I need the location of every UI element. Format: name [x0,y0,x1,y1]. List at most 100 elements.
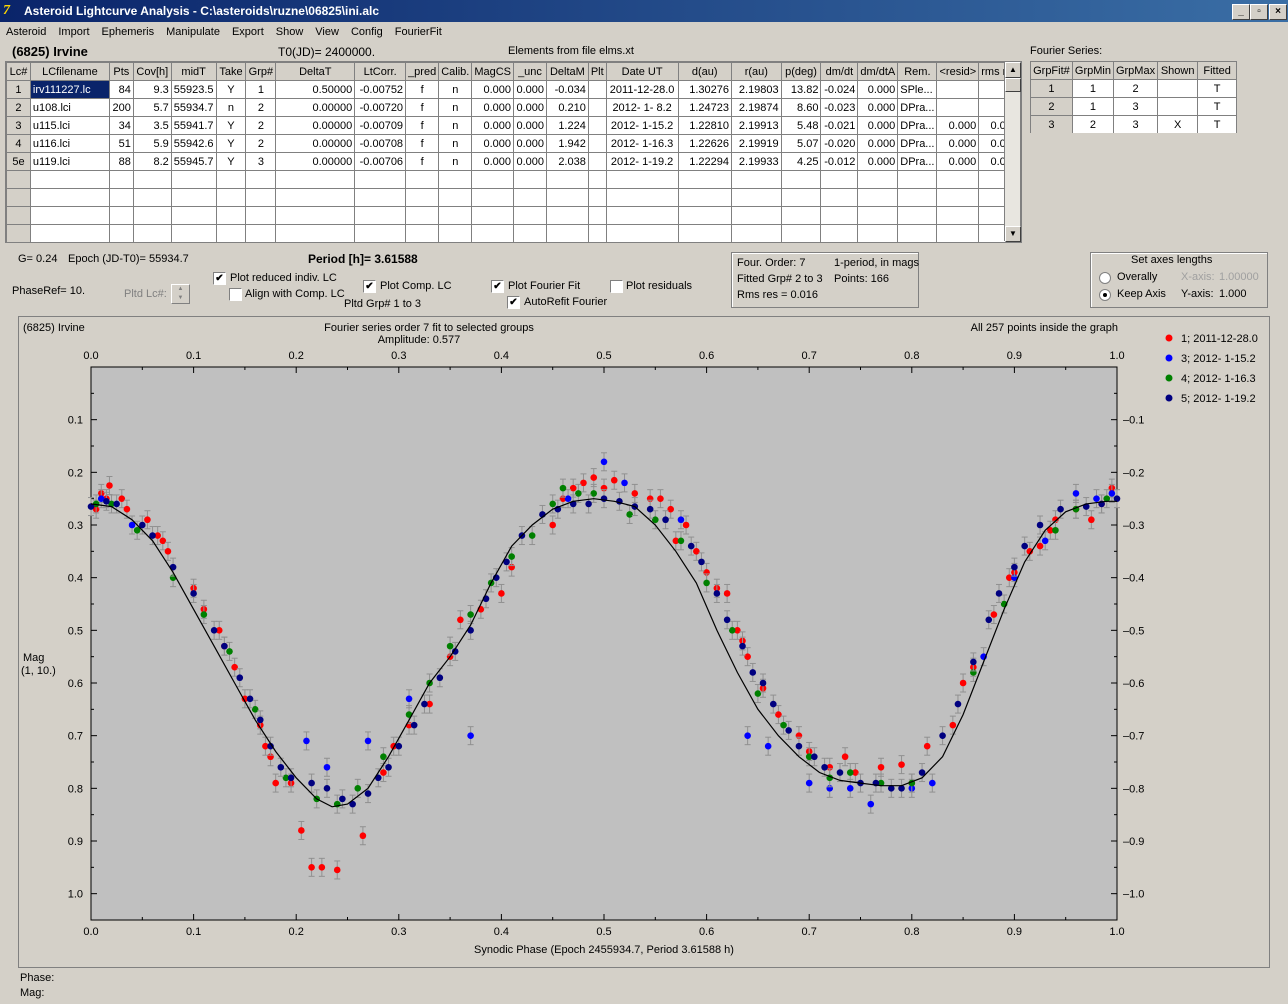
data-point[interactable] [1041,537,1049,545]
fourier-column-header[interactable]: GrpFit# [1030,61,1073,80]
table-cell[interactable] [677,188,732,207]
table-row[interactable] [6,188,1021,207]
fourier-row-header[interactable]: 2 [1030,97,1073,116]
data-point[interactable] [113,500,120,508]
fourier-cell[interactable]: 3 [1112,97,1159,116]
table-cell[interactable]: 1.224 [545,116,589,135]
data-point[interactable] [575,490,582,497]
row-header[interactable]: 4 [6,134,31,153]
table-cell[interactable] [471,224,515,242]
data-point[interactable] [646,505,654,513]
table-cell[interactable] [587,206,607,225]
table-cell[interactable] [275,170,356,189]
table-cell[interactable] [438,206,473,225]
plot-area[interactable] [90,366,1118,921]
menu-show[interactable]: Show [270,23,310,38]
fourier-cell[interactable]: 2 [1112,79,1159,98]
table-cell[interactable] [780,170,822,189]
table-cell[interactable] [29,206,110,225]
table-cell[interactable]: 2.038 [545,152,589,171]
minimize-button[interactable]: _ [1232,4,1250,20]
table-cell[interactable]: Y [215,134,247,153]
table-cell[interactable]: 1.22810 [677,116,732,135]
table-cell[interactable] [405,188,440,207]
data-point[interactable] [333,866,341,874]
table-cell[interactable]: f [405,80,440,99]
pltd-lc-spinner[interactable]: ▲ ▼ [171,284,190,304]
data-point[interactable] [631,490,639,497]
table-cell[interactable]: 0.000 [857,80,899,99]
table-cell[interactable]: 2.19803 [730,80,782,99]
table-cell[interactable]: 13.82 [780,80,822,99]
table-cell[interactable]: DPra... [897,134,938,153]
column-header[interactable]: Pts [108,62,134,81]
data-point[interactable] [380,753,387,761]
plot-reduced-checkbox[interactable]: ✔ [213,272,226,285]
fourier-row[interactable]: 213 T [1030,97,1237,116]
table-cell[interactable]: Y [215,80,247,99]
table-cell[interactable] [108,224,134,242]
table-cell[interactable] [354,188,407,207]
table-cell[interactable] [936,188,980,207]
overally-radio[interactable] [1099,272,1111,284]
table-cell[interactable]: 2012- 1- 8.2 [605,98,679,117]
fourier-column-header[interactable]: GrpMax [1112,61,1159,80]
table-cell[interactable]: 2012- 1-16.3 [605,134,679,153]
table-cell[interactable] [170,170,217,189]
table-cell[interactable] [780,224,822,242]
table-cell[interactable]: 0.000 [857,152,899,171]
table-cell[interactable]: 0.000 [471,116,515,135]
data-point[interactable] [698,558,705,566]
data-point[interactable] [677,537,685,545]
data-point[interactable] [159,537,167,545]
table-cell[interactable]: 2 [245,98,277,117]
column-header[interactable]: LCfilename [29,62,110,81]
table-cell[interactable] [780,188,822,207]
table-cell[interactable]: 5.07 [780,134,822,153]
table-cell[interactable] [587,170,607,189]
scroll-up-arrow-icon[interactable]: ▲ [1005,62,1021,78]
data-point[interactable] [467,732,474,739]
table-cell[interactable] [587,224,607,242]
table-cell[interactable]: 5.48 [780,116,822,135]
table-cell[interactable]: 3.5 [132,116,172,135]
data-point[interactable] [995,590,1003,597]
data-point[interactable] [364,737,372,745]
data-point[interactable] [467,611,474,618]
data-point[interactable] [846,769,854,776]
fourier-cell[interactable]: 1 [1071,97,1114,116]
table-cell[interactable]: 2011-12-28.0 [605,80,679,99]
period-value[interactable]: Period [h]= 3.61588 [308,252,418,266]
scroll-down-arrow-icon[interactable]: ▼ [1005,226,1021,242]
column-header[interactable]: p(deg) [780,62,822,81]
table-cell[interactable] [245,188,277,207]
table-cell[interactable]: 5.9 [132,134,172,153]
data-point[interactable] [287,774,295,782]
table-cell[interactable]: -0.024 [820,80,859,99]
data-point[interactable] [775,711,782,718]
data-point[interactable] [723,616,731,624]
table-cell[interactable] [513,188,547,207]
table-cell[interactable] [438,224,473,242]
table-cell[interactable] [132,224,172,242]
table-cell[interactable]: 0.000 [936,116,980,135]
table-cell[interactable] [405,224,440,242]
table-cell[interactable]: 0.000 [513,98,547,117]
data-point[interactable] [498,590,505,597]
fourier-cell[interactable] [1157,79,1199,98]
data-point[interactable] [190,590,197,597]
close-button[interactable]: × [1269,4,1287,20]
y-axis-value[interactable]: 1.000 [1219,288,1247,300]
row-header[interactable] [6,224,31,242]
data-point[interactable] [626,511,633,518]
table-cell[interactable] [275,206,356,225]
data-point[interactable] [585,500,592,508]
align-comp-checkbox[interactable] [229,288,242,301]
column-header[interactable]: midT [170,62,217,81]
table-cell[interactable]: DPra... [897,152,938,171]
column-header[interactable]: dm/dt [820,62,859,81]
data-point[interactable] [446,642,454,650]
data-point[interactable] [959,679,967,687]
fourier-column-header[interactable]: Fitted [1197,61,1237,80]
table-cell[interactable]: 55945.7 [170,152,217,171]
